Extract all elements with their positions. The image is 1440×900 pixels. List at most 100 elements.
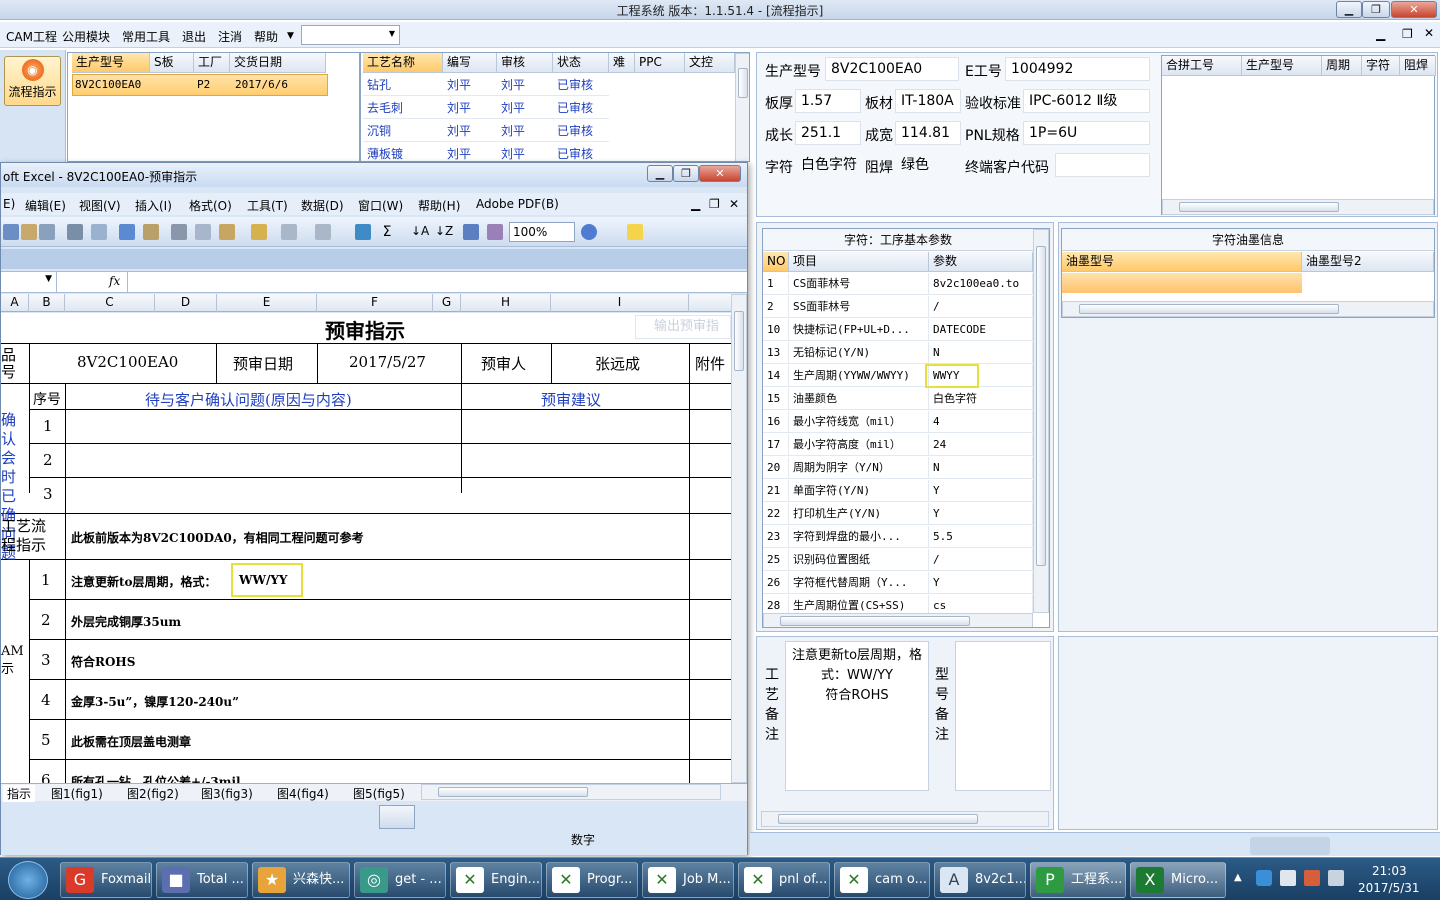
hyperlink-icon[interactable] xyxy=(355,224,371,240)
col-ppc[interactable]: PPC xyxy=(635,53,685,73)
col-merge-char[interactable]: 字符 xyxy=(1362,56,1400,76)
tab-sheet[interactable]: 图1(fig1) xyxy=(51,785,103,802)
taskbar-item[interactable]: G Foxmail xyxy=(60,862,152,898)
paste-icon[interactable] xyxy=(219,224,235,240)
permission-icon[interactable] xyxy=(21,224,37,240)
mask-field[interactable]: 绿色 xyxy=(895,153,961,177)
col-model[interactable]: 生产型号 xyxy=(72,53,150,73)
taskbar-item[interactable]: ✕ cam o... xyxy=(834,862,930,898)
param-value[interactable]: DATECODE xyxy=(929,319,1033,341)
taskbar-item[interactable]: ✕ Job M... xyxy=(642,862,734,898)
excel-minimize-icon[interactable]: ▁ xyxy=(647,165,673,182)
help-icon[interactable] xyxy=(581,224,597,240)
tray-security-icon[interactable] xyxy=(1304,870,1320,886)
col-no[interactable]: NO xyxy=(763,252,789,272)
print-preview-icon[interactable] xyxy=(39,224,55,240)
process-name[interactable]: 去毛刺 xyxy=(363,97,443,119)
copy-icon[interactable] xyxy=(195,224,211,240)
doc-restore-icon[interactable]: ❐ xyxy=(709,197,720,211)
sort-desc-icon[interactable]: ↓Z xyxy=(435,224,453,240)
taskbar-item[interactable]: A 8v2c1... xyxy=(934,862,1026,898)
param-value[interactable]: 24 xyxy=(929,434,1033,456)
param-value[interactable]: / xyxy=(929,549,1033,571)
param-value[interactable]: 4 xyxy=(929,411,1033,433)
menu-exit[interactable]: 退出 xyxy=(182,28,206,45)
chevron-down-icon[interactable]: ▼ xyxy=(287,31,294,41)
col-difficulty[interactable]: 难 xyxy=(609,53,635,73)
excel-menu-format[interactable]: 格式(O) xyxy=(189,197,232,214)
spelling-icon[interactable] xyxy=(119,224,135,240)
col-header-c[interactable]: C xyxy=(65,294,155,312)
notes-scrollbar[interactable] xyxy=(761,811,1049,827)
col-header-b[interactable]: B xyxy=(29,294,65,312)
param-value[interactable]: 白色字符 xyxy=(929,388,1033,410)
clock-time[interactable]: 21:03 xyxy=(1372,864,1407,878)
language-bar[interactable] xyxy=(1250,837,1330,855)
col-sboard[interactable]: S板 xyxy=(150,53,194,73)
chart-wizard-icon[interactable] xyxy=(463,224,479,240)
col-header-i[interactable]: I xyxy=(551,294,689,312)
excel-menu-pdf[interactable]: Adobe PDF(B) xyxy=(476,197,559,211)
tab-sheet[interactable]: 图2(fig2) xyxy=(127,785,179,802)
char-field[interactable]: 白色字符 xyxy=(795,153,861,177)
taskbar-item[interactable]: ✕ Engin... xyxy=(450,862,542,898)
start-button[interactable] xyxy=(8,861,48,899)
col-header-g[interactable]: G xyxy=(433,294,461,312)
research-icon[interactable] xyxy=(143,224,159,240)
taskbar-item[interactable]: ✕ pnl of... xyxy=(738,862,830,898)
col-writer[interactable]: 编写 xyxy=(443,53,497,73)
excel-menu-tools[interactable]: 工具(T) xyxy=(247,197,288,214)
close-icon[interactable]: ✕ xyxy=(1391,1,1437,18)
tab-sheet[interactable]: 图5(fig5) xyxy=(353,785,405,802)
doc-minimize-icon[interactable]: ▁ xyxy=(691,197,700,211)
process-name[interactable]: 薄板镀 xyxy=(363,143,443,161)
cut-icon[interactable] xyxy=(171,224,187,240)
craft-note-text[interactable]: 注意更新to层周期，格式：WW/YY 符合ROHS xyxy=(785,641,929,791)
clock-date[interactable]: 2017/5/31 xyxy=(1358,881,1420,895)
minimize-icon[interactable]: ▁ xyxy=(1336,1,1362,18)
col-param[interactable]: 参数 xyxy=(929,252,1033,272)
sort-asc-icon[interactable]: ↓A xyxy=(411,224,429,240)
format-painter-icon[interactable] xyxy=(251,224,267,240)
doc-close-icon[interactable]: ✕ xyxy=(729,197,739,211)
name-box[interactable]: ▼ xyxy=(1,272,57,292)
sheet-vscroll[interactable] xyxy=(731,294,747,783)
taskbar-item[interactable]: ✕ Progr... xyxy=(546,862,638,898)
excel-menu-edit[interactable]: 编辑(E) xyxy=(25,197,66,214)
excel-menu-data[interactable]: 数据(D) xyxy=(301,197,344,214)
col-merge-cycle[interactable]: 周期 xyxy=(1322,56,1362,76)
param-value[interactable]: 8v2c100ea0.to xyxy=(929,273,1033,295)
process-name[interactable]: 钻孔 xyxy=(363,74,443,96)
drawing-toolbar-icon[interactable] xyxy=(379,805,415,829)
col-header-a[interactable]: A xyxy=(1,294,29,312)
taskbar-item[interactable]: ■ Total ... xyxy=(156,862,248,898)
menu-tools[interactable]: 常用工具 xyxy=(122,28,170,45)
merge-scrollbar[interactable] xyxy=(1162,199,1434,215)
param-value[interactable]: Y xyxy=(929,572,1033,594)
pnl-field[interactable]: 1P=6U xyxy=(1023,121,1150,145)
width-field[interactable]: 114.81 xyxy=(895,121,961,145)
param-value[interactable]: Y xyxy=(929,480,1033,502)
redo-icon[interactable] xyxy=(315,224,331,240)
excel-menu-view[interactable]: 视图(V) xyxy=(79,197,121,214)
flow-instruction-button[interactable]: ◉ 流程指示 xyxy=(4,56,61,106)
col-ink-model2[interactable]: 油墨型号2 xyxy=(1302,252,1434,272)
ink-scrollbar[interactable] xyxy=(1062,301,1434,317)
print-icon[interactable] xyxy=(67,224,83,240)
menu-cam[interactable]: CAM工程 xyxy=(6,28,57,45)
col-item[interactable]: 项目 xyxy=(789,252,929,272)
tray-expand-icon[interactable]: ▲ xyxy=(1234,872,1242,883)
param-value[interactable]: / xyxy=(929,296,1033,318)
excel-menu-window[interactable]: 窗口(W) xyxy=(358,197,403,214)
grow-field[interactable]: 251.1 xyxy=(795,121,861,145)
thickness-field[interactable]: 1.57 xyxy=(795,89,861,113)
process-name[interactable]: 沉铜 xyxy=(363,120,443,142)
menu-help[interactable]: 帮助 xyxy=(254,28,278,45)
excel-menu-insert[interactable]: 插入(I) xyxy=(135,197,172,214)
mdi-minimize-icon[interactable]: ▁ xyxy=(1376,27,1385,41)
export-button[interactable]: 输出预审指 xyxy=(635,315,731,339)
col-header-e[interactable]: E xyxy=(217,294,317,312)
params-hscroll[interactable] xyxy=(763,613,1033,627)
tab-sheet[interactable]: 图3(fig3) xyxy=(201,785,253,802)
autosum-icon[interactable]: Σ xyxy=(379,224,395,240)
